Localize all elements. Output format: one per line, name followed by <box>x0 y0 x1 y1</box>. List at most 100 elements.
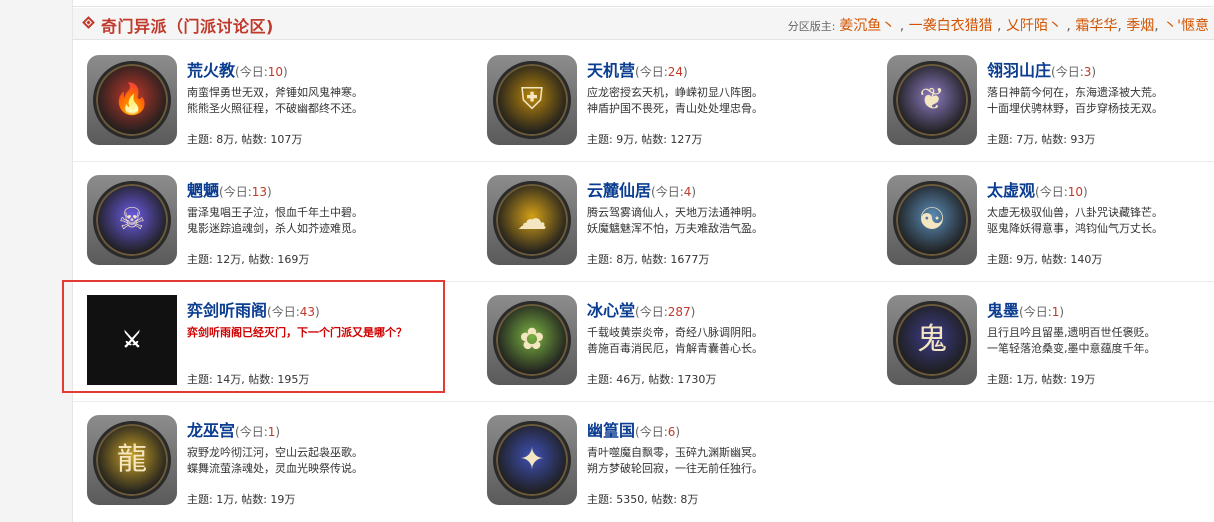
moderator-link[interactable]: 一袭白衣猎猎 <box>909 18 993 34</box>
today-label: (今日: <box>635 305 668 319</box>
row-divider <box>73 401 1214 402</box>
today-count: 10 <box>1067 185 1084 199</box>
moderator-link[interactable]: 乂阡陌丶 <box>1006 18 1062 34</box>
row-divider <box>73 161 1214 162</box>
forum-name-link[interactable]: 魍魉 <box>187 181 219 200</box>
forum-description: 青叶噬魔自飘零，玉碎九渊斯幽冥。 朔方梦破轮回寂，一往无前任独行。 <box>587 445 837 477</box>
forum-description-line: 且行且吟且留墨,遗明百世任褒贬。 <box>987 326 1156 339</box>
today-suffix: ) <box>283 65 288 79</box>
forum-item[interactable]: ☠ 魍魉(今日:13) 雷泽鬼唱王子泣，恨血千年土中碧。 鬼影迷踪追魂剑，杀人如… <box>73 167 433 267</box>
forum-description: 且行且吟且留墨,遗明百世任褒贬。 一笔轻落沧桑变,墨中意蕴度千年。 <box>987 325 1214 357</box>
forum-info: 魍魉(今日:13) 雷泽鬼唱王子泣，恨血千年土中碧。 鬼影迷踪追魂剑，杀人如芥迹… <box>187 177 437 237</box>
forum-description: 应龙密授玄天机，峥嵘初显八阵图。 神盾护国不畏死，青山处处埋忠骨。 <box>587 85 837 117</box>
today-count: 13 <box>251 185 268 199</box>
moderator-link[interactable]: 姜沉鱼丶 <box>839 18 895 34</box>
forum-name-link[interactable]: 龙巫宫 <box>187 421 235 440</box>
forum-info: 云麓仙居(今日:4) 腾云驾雾谪仙人，天地万法通神明。 妖魔魑魅浑不怕，万夫难敌… <box>587 177 837 237</box>
moderator-link[interactable]: 霜华华 <box>1075 18 1117 34</box>
star-emblem-icon[interactable]: ✦ <box>487 415 577 505</box>
forum-info: 冰心堂(今日:287) 千载岐黄崇炎帝，奇经八脉调阴阳。 善施百毒消民厄，肯解青… <box>587 297 837 357</box>
forum-stats: 主题: 9万, 帖数: 140万 <box>987 253 1103 266</box>
top-divider <box>73 6 1214 7</box>
cloud-emblem-icon[interactable]: ☁ <box>487 175 577 265</box>
skull-emblem-icon[interactable]: ☠ <box>87 175 177 265</box>
section-title[interactable]: 奇门异派（门派讨论区) <box>101 13 274 37</box>
moderators-label: 分区版主: <box>787 20 836 33</box>
today-label: (今日: <box>1035 185 1068 199</box>
forum-stats: 主题: 7万, 帖数: 93万 <box>987 133 1096 146</box>
forum-description-line: 善施百毒消民厄，肯解青囊善心长。 <box>587 342 763 355</box>
dragon-emblem-icon[interactable]: 龍 <box>87 415 177 505</box>
highlight-box <box>62 280 445 393</box>
forum-description-line: 一笔轻落沧桑变,墨中意蕴度千年。 <box>987 342 1156 355</box>
today-label: (今日: <box>1019 305 1052 319</box>
forum-name-link[interactable]: 太虚观 <box>987 181 1035 200</box>
forum-description-line: 南蛮悍勇世无双，斧锤如风鬼神寒。 <box>187 86 363 99</box>
forum-description-line: 驱鬼降妖得意事，鸿钧仙气万丈长。 <box>987 222 1163 235</box>
forum-description-line: 应龙密授玄天机，峥嵘初显八阵图。 <box>587 86 763 99</box>
today-label: (今日: <box>1051 65 1084 79</box>
forum-name-link[interactable]: 鬼墨 <box>987 301 1019 320</box>
forum-stats: 主题: 8万, 帖数: 107万 <box>187 133 303 146</box>
forum-description: 落日神箭今何在，东海遗泽被大荒。 十面埋伏骋林野，百步穿杨技无双。 <box>987 85 1214 117</box>
forum-item[interactable]: ✿ 冰心堂(今日:287) 千载岐黄崇炎帝，奇经八脉调阴阳。 善施百毒消民厄，肯… <box>473 287 833 387</box>
today-label: (今日: <box>235 65 268 79</box>
today-suffix: ) <box>691 185 697 199</box>
forum-description-line: 青叶噬魔自飘零，玉碎九渊斯幽冥。 <box>587 446 763 459</box>
forum-description-line: 腾云驾雾谪仙人，天地万法通神明。 <box>587 206 763 219</box>
forum-item[interactable]: ❦ 翎羽山庄(今日:3) 落日神箭今何在，东海遗泽被大荒。 十面埋伏骋林野，百步… <box>873 47 1214 147</box>
flame-emblem-icon[interactable]: 🔥 <box>87 55 177 145</box>
today-suffix: ) <box>683 65 688 79</box>
forum-item[interactable]: ☯ 太虚观(今日:10) 太虚无极驭仙兽，八卦咒诀藏锋芒。 驱鬼降妖得意事，鸿钧… <box>873 167 1214 267</box>
lotus-emblem-icon[interactable]: ✿ <box>487 295 577 385</box>
wings-emblem-icon[interactable]: ❦ <box>887 55 977 145</box>
today-suffix: ) <box>267 185 272 199</box>
forum-info: 天机营(今日:24) 应龙密授玄天机，峥嵘初显八阵图。 神盾护国不畏死，青山处处… <box>587 57 837 117</box>
today-label: (今日: <box>635 65 668 79</box>
today-count: 24 <box>667 65 684 79</box>
forum-item[interactable]: ⛨ 天机营(今日:24) 应龙密授玄天机，峥嵘初显八阵图。 神盾护国不畏死，青山… <box>473 47 833 147</box>
shield-emblem-icon[interactable]: ⛨ <box>487 55 577 145</box>
forum-item[interactable]: ☁ 云麓仙居(今日:4) 腾云驾雾谪仙人，天地万法通神明。 妖魔魑魅浑不怕，万夫… <box>473 167 833 267</box>
forum-stats: 主题: 1万, 帖数: 19万 <box>187 493 296 506</box>
today-label: (今日: <box>219 185 252 199</box>
ghost-ink-emblem-icon[interactable]: 鬼 <box>887 295 977 385</box>
forum-stats: 主题: 5350, 帖数: 8万 <box>587 493 699 506</box>
today-suffix: ) <box>1083 185 1088 199</box>
forum-name-link[interactable]: 天机营 <box>587 61 635 80</box>
today-label: (今日: <box>635 425 668 439</box>
today-suffix: ) <box>275 425 281 439</box>
forum-description-line: 朔方梦破轮回寂，一往无前任独行。 <box>587 462 763 475</box>
forum-description-line: 蝶舞流萤涤魂处，灵血光映祭传说。 <box>187 462 363 475</box>
forum-description-line: 寂野龙吟彻江河，空山云起袅巫歌。 <box>187 446 363 459</box>
forum-name-link[interactable]: 幽篁国 <box>587 421 635 440</box>
forum-item[interactable]: ✦ 幽篁国(今日:6) 青叶噬魔自飘零，玉碎九渊斯幽冥。 朔方梦破轮回寂，一往无… <box>473 407 833 507</box>
moderator-link[interactable]: 丶'惬意 <box>1163 18 1209 34</box>
forum-description-line: 落日神箭今何在，东海遗泽被大荒。 <box>987 86 1163 99</box>
forum-description-line: 十面埋伏骋林野，百步穿杨技无双。 <box>987 102 1163 115</box>
forum-stats: 主题: 12万, 帖数: 169万 <box>187 253 310 266</box>
today-count: 287 <box>667 305 691 319</box>
forum-name-link[interactable]: 云麓仙居 <box>587 181 651 200</box>
forum-item[interactable]: 🔥 荒火教(今日:10) 南蛮悍勇世无双，斧锤如风鬼神寒。 熊熊圣火照征程，不破… <box>73 47 433 147</box>
forum-description-line: 神盾护国不畏死，青山处处埋忠骨。 <box>587 102 763 115</box>
today-suffix: ) <box>690 305 696 319</box>
moderator-link[interactable]: 季烟 <box>1126 18 1154 34</box>
forum-description-line: 妖魔魑魅浑不怕，万夫难敌浩气盈。 <box>587 222 763 235</box>
forum-item[interactable]: 龍 龙巫宫(今日:1) 寂野龙吟彻江河，空山云起袅巫歌。 蝶舞流萤涤魂处，灵血光… <box>73 407 433 507</box>
forum-description-line: 千载岐黄崇炎帝，奇经八脉调阴阳。 <box>587 326 763 339</box>
forum-name-link[interactable]: 冰心堂 <box>587 301 635 320</box>
section-header: 奇门异派（门派讨论区) 分区版主: 姜沉鱼丶 , 一袭白衣猎猎 , 乂阡陌丶 ,… <box>73 8 1214 40</box>
forum-stats: 主题: 9万, 帖数: 127万 <box>587 133 703 146</box>
today-count: 10 <box>267 65 284 79</box>
forum-description: 南蛮悍勇世无双，斧锤如风鬼神寒。 熊熊圣火照征程，不破幽都终不还。 <box>187 85 437 117</box>
taiji-emblem-icon[interactable]: ☯ <box>887 175 977 265</box>
forum-name-link[interactable]: 荒火教 <box>187 61 235 80</box>
forum-name-link[interactable]: 翎羽山庄 <box>987 61 1051 80</box>
moderators-list: 分区版主: 姜沉鱼丶 , 一袭白衣猎猎 , 乂阡陌丶 , 霜华华, 季烟, 丶'… <box>787 18 1209 34</box>
today-suffix: ) <box>675 425 681 439</box>
forum-item[interactable]: 鬼 鬼墨(今日:1) 且行且吟且留墨,遗明百世任褒贬。 一笔轻落沧桑变,墨中意蕴… <box>873 287 1214 387</box>
forum-description: 千载岐黄崇炎帝，奇经八脉调阴阳。 善施百毒消民厄，肯解青囊善心长。 <box>587 325 837 357</box>
forum-description: 雷泽鬼唱王子泣，恨血千年土中碧。 鬼影迷踪追魂剑，杀人如芥迹难觅。 <box>187 205 437 237</box>
forum-description-line: 鬼影迷踪追魂剑，杀人如芥迹难觅。 <box>187 222 363 235</box>
